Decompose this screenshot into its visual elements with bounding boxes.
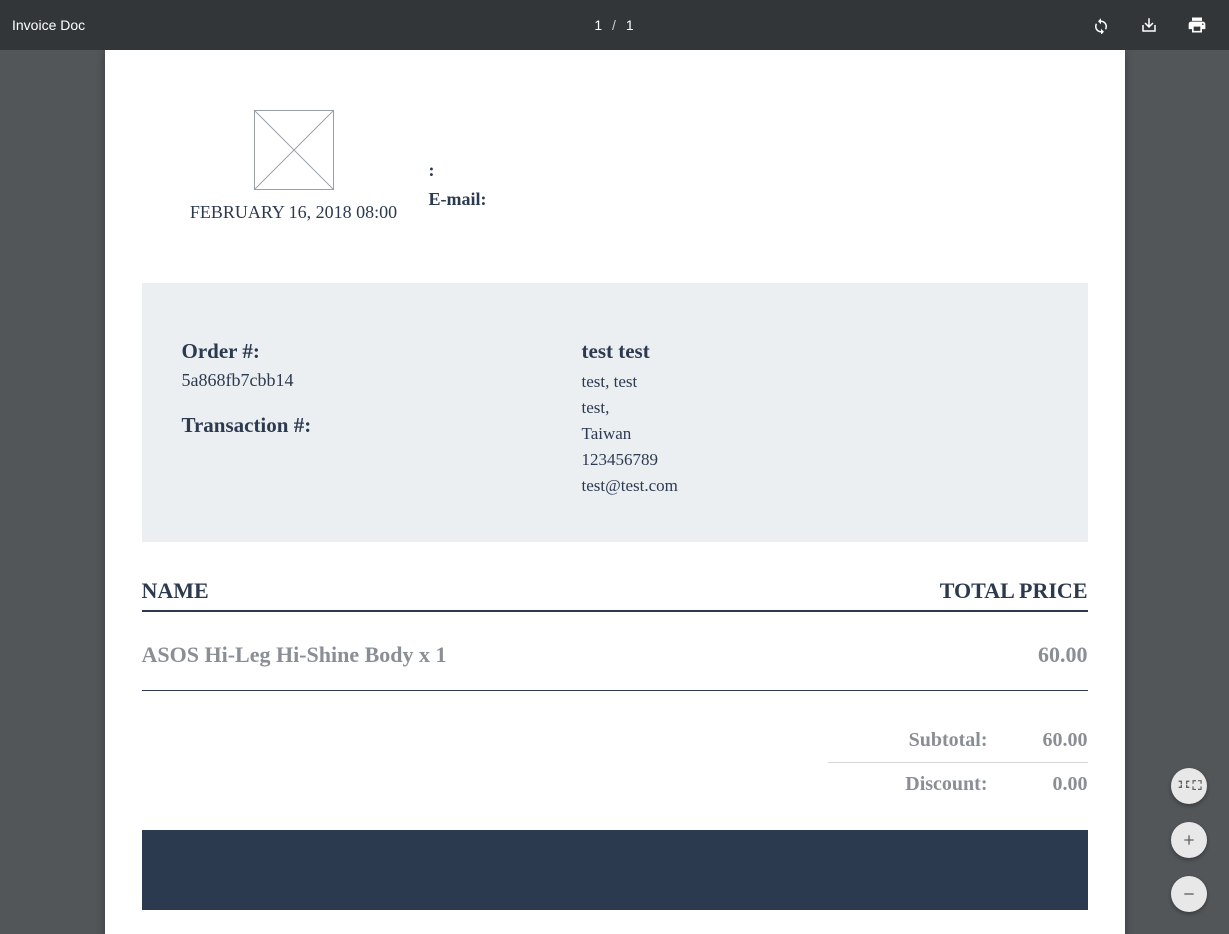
items-header-name: NAME (142, 578, 209, 604)
customer-country: Taiwan (582, 424, 1048, 444)
email-label: E-mail: (429, 189, 487, 210)
broken-image-icon (254, 110, 334, 190)
print-icon[interactable] (1187, 15, 1207, 35)
colon-label: : (429, 160, 487, 181)
invoice-date: FEBRUARY 16, 2018 08:00 (190, 202, 397, 223)
customer-address-2: test, (582, 398, 1048, 418)
customer-phone: 123456789 (582, 450, 1048, 470)
subtotal-label: Subtotal: (848, 729, 988, 752)
logo-column: FEBRUARY 16, 2018 08:00 (159, 110, 429, 223)
order-summary: Order #: 5a868fb7cbb14 Transaction #: te… (142, 283, 1088, 542)
info-column: : E-mail: (429, 110, 487, 218)
pdf-toolbar: Invoice Doc 1 / 1 (0, 0, 1229, 50)
items-header-row: NAME TOTAL PRICE (142, 578, 1088, 612)
order-number-label: Order #: (182, 339, 582, 364)
zoom-in-button[interactable] (1171, 822, 1207, 858)
totals: Subtotal: 60.00 Discount: 0.00 (142, 719, 1088, 806)
discount-label: Discount: (848, 773, 988, 796)
page-current: 1 (594, 17, 603, 33)
invoice-header: FEBRUARY 16, 2018 08:00 : E-mail: (105, 50, 1125, 243)
fit-page-button[interactable]: ⛶ (1171, 768, 1207, 804)
customer-address-1: test, test (582, 372, 1048, 392)
items-header-price: TOTAL PRICE (940, 578, 1088, 604)
transaction-number-label: Transaction #: (182, 413, 582, 438)
invoice-footer-band (142, 830, 1088, 910)
line-item-row: ASOS Hi-Leg Hi-Shine Body x 1 60.00 (142, 612, 1088, 691)
subtotal-row: Subtotal: 60.00 (142, 719, 1088, 762)
customer-email: test@test.com (582, 476, 1048, 496)
item-name: ASOS Hi-Leg Hi-Shine Body x 1 (142, 634, 447, 668)
subtotal-value: 60.00 (988, 729, 1088, 752)
zoom-controls: ⛶ (1171, 768, 1207, 912)
page-separator: / (612, 17, 617, 33)
customer-name: test test (582, 339, 1048, 364)
page-total: 1 (626, 17, 635, 33)
rotate-icon[interactable] (1091, 15, 1111, 35)
download-icon[interactable] (1139, 15, 1159, 35)
item-price: 60.00 (1038, 642, 1088, 668)
customer-info: test test test, test test, Taiwan 123456… (582, 339, 1048, 502)
pdf-page: FEBRUARY 16, 2018 08:00 : E-mail: Order … (105, 50, 1125, 934)
pdf-viewer[interactable]: FEBRUARY 16, 2018 08:00 : E-mail: Order … (0, 50, 1229, 934)
order-number-value: 5a868fb7cbb14 (182, 370, 582, 391)
page-indicator: 1 / 1 (594, 17, 634, 33)
discount-row: Discount: 0.00 (142, 763, 1088, 806)
toolbar-actions (1091, 15, 1219, 35)
line-items: NAME TOTAL PRICE ASOS Hi-Leg Hi-Shine Bo… (142, 578, 1088, 691)
zoom-out-button[interactable] (1171, 876, 1207, 912)
discount-value: 0.00 (988, 773, 1088, 796)
order-ids: Order #: 5a868fb7cbb14 Transaction #: (182, 339, 582, 502)
doc-title: Invoice Doc (10, 17, 85, 33)
